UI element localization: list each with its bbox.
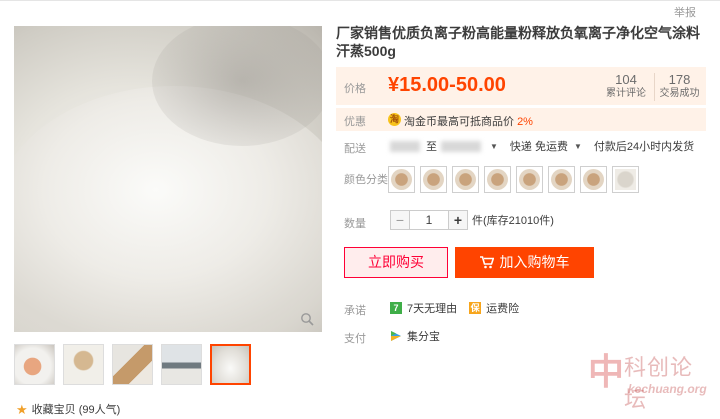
swatch-8[interactable] [612, 166, 639, 193]
favorite-text: 收藏宝贝 (99人气) [31, 404, 121, 416]
thumbnail-4[interactable] [161, 344, 202, 385]
color-label: 颜色分类 [344, 174, 388, 186]
report-link[interactable]: 举报 [674, 4, 696, 20]
dispatch-time: 付款后24小时内发货 [593, 141, 695, 153]
destination-location[interactable] [441, 140, 481, 152]
payment-label: 支付 [344, 333, 366, 345]
shipping-express: 快递 免运费 [509, 141, 568, 153]
price-range: ¥15.00-50.00 [388, 74, 506, 96]
thumbnail-strip [14, 344, 251, 385]
watermark-logo: 中 [588, 351, 625, 392]
color-swatches [388, 166, 639, 193]
top-divider [0, 0, 720, 5]
coin-icon: 淘 [388, 113, 401, 126]
insurance-text[interactable]: 运费险 [486, 300, 519, 316]
thumbnail-5[interactable] [210, 344, 251, 385]
shipping-to: 至 [426, 141, 437, 153]
swatch-5[interactable] [516, 166, 543, 193]
payment-row: 集分宝 [390, 328, 440, 344]
payment-method: 集分宝 [407, 331, 440, 343]
reviews-stat[interactable]: 104 累计评论 [602, 73, 650, 101]
site-watermark: 中 科创论坛 kechuang.org [582, 346, 714, 414]
sales-stat: 178 交易成功 [654, 73, 704, 101]
promise-label: 承诺 [344, 305, 366, 317]
jifenbao-icon [391, 331, 401, 341]
watermark-en: kechuang.org [628, 382, 707, 396]
promo-desc: 淘金币最高可抵商品价 [404, 116, 514, 128]
increment-button[interactable]: + [448, 210, 468, 230]
quantity-label: 数量 [344, 218, 366, 230]
shipping-row: 至 ▼ 快递 免运费 ▼ 付款后24小时内发货 [390, 138, 694, 154]
favorite-link[interactable]: ★ 收藏宝贝 (99人气) [16, 401, 120, 417]
origin-location [390, 140, 420, 152]
swatch-4[interactable] [484, 166, 511, 193]
thumbnail-3[interactable] [112, 344, 153, 385]
chevron-down-icon[interactable]: ▼ [490, 142, 498, 151]
quantity-input[interactable] [410, 210, 448, 230]
sales-count: 178 [668, 72, 691, 87]
shipping-label: 配送 [344, 143, 366, 155]
add-to-cart-button[interactable]: 加入购物车 [455, 247, 594, 278]
return-policy-text[interactable]: 7天无理由 [407, 300, 457, 316]
cart-icon [479, 256, 494, 269]
star-icon: ★ [16, 401, 28, 417]
promo-text: 淘金币最高可抵商品价 2% [404, 113, 533, 129]
thumbnail-1[interactable] [14, 344, 55, 385]
seven-day-return-icon: 7 [390, 302, 402, 314]
reviews-count: 104 [615, 72, 637, 87]
promise-row: 7 7天无理由 保 运费险 [390, 300, 519, 316]
zoom-icon[interactable] [300, 312, 314, 326]
chevron-down-icon[interactable]: ▼ [574, 142, 582, 151]
quantity-stepper: − + 件(库存21010件) [390, 210, 554, 230]
product-title: 厂家销售优质负离子粉高能量粉释放负氧离子净化空气涂料汗蒸500g [336, 25, 700, 59]
product-page: 举报 ★ 收藏宝贝 (99人气) 厂家销售优质负离子粉高能量粉释放负氧离子净化空… [0, 0, 720, 419]
thumbnail-2[interactable] [63, 344, 104, 385]
main-product-image[interactable] [14, 26, 322, 332]
promo-row: 优惠 淘 淘金币最高可抵商品价 2% [336, 108, 706, 131]
swatch-2[interactable] [420, 166, 447, 193]
price-box: 价格 ¥15.00-50.00 104 累计评论 178 交易成功 [336, 67, 706, 105]
swatch-6[interactable] [548, 166, 575, 193]
buy-now-button[interactable]: 立即购买 [344, 247, 448, 278]
price-label: 价格 [344, 83, 366, 95]
stock-text: 件(库存21010件) [472, 215, 554, 227]
swatch-3[interactable] [452, 166, 479, 193]
swatch-7[interactable] [580, 166, 607, 193]
sales-label: 交易成功 [659, 88, 700, 99]
swatch-1[interactable] [388, 166, 415, 193]
promo-label: 优惠 [344, 116, 366, 128]
insurance-icon: 保 [469, 302, 482, 314]
reviews-label: 累计评论 [606, 88, 646, 99]
decrement-button[interactable]: − [390, 210, 410, 230]
add-to-cart-label: 加入购物车 [499, 254, 570, 270]
promo-percent: 2% [517, 116, 533, 128]
